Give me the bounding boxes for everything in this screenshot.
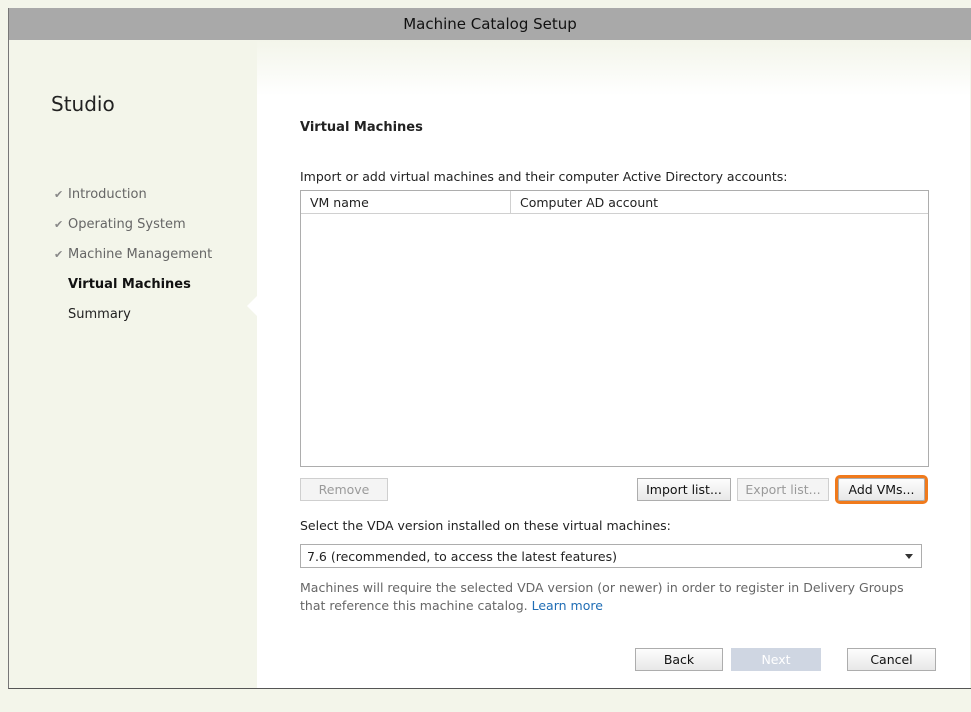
wizard-steps: ✔ Introduction ✔ Operating System ✔ Mach… (54, 179, 212, 329)
step-summary: Summary (54, 299, 212, 329)
check-icon: ✔ (54, 247, 64, 261)
current-step-pointer-icon (247, 296, 257, 316)
step-label: Virtual Machines (68, 276, 191, 292)
remove-button[interactable]: Remove (300, 478, 388, 501)
vda-version-selected: 7.6 (recommended, to access the latest f… (307, 548, 618, 564)
vda-version-label: Select the VDA version installed on thes… (300, 518, 671, 533)
vda-version-select[interactable]: 7.6 (recommended, to access the latest f… (300, 544, 922, 568)
check-icon: ✔ (54, 217, 64, 231)
step-label: Operating System (68, 216, 186, 232)
add-vms-button[interactable]: Add VMs... (835, 475, 928, 504)
export-list-button[interactable]: Export list... (737, 478, 829, 501)
vm-table[interactable]: VM name Computer AD account (300, 190, 929, 467)
step-machine-management[interactable]: ✔ Machine Management (54, 239, 212, 269)
content-header-fade (257, 40, 970, 96)
chevron-down-icon (905, 554, 913, 559)
vda-info-text: Machines will require the selected VDA v… (300, 579, 930, 615)
step-label: Machine Management (68, 246, 213, 262)
step-virtual-machines: Virtual Machines (54, 269, 212, 299)
main-content: Virtual Machines Import or add virtual m… (247, 96, 970, 688)
step-label: Summary (68, 306, 131, 322)
section-title: Virtual Machines (300, 120, 423, 135)
machine-catalog-setup-window: Machine Catalog Setup Studio ✔ Introduct… (8, 8, 971, 689)
cancel-button[interactable]: Cancel (847, 648, 936, 671)
step-label: Introduction (68, 186, 147, 202)
table-header: VM name Computer AD account (301, 191, 928, 214)
column-header-computer-ad-account[interactable]: Computer AD account (511, 191, 658, 213)
sidebar (9, 40, 257, 688)
check-icon: ✔ (54, 187, 64, 201)
next-button[interactable]: Next (731, 648, 821, 671)
instructions-text: Import or add virtual machines and their… (300, 169, 788, 184)
window-title: Machine Catalog Setup (9, 8, 971, 40)
column-header-vm-name[interactable]: VM name (301, 191, 511, 213)
step-introduction[interactable]: ✔ Introduction (54, 179, 212, 209)
step-operating-system[interactable]: ✔ Operating System (54, 209, 212, 239)
back-button[interactable]: Back (635, 648, 723, 671)
import-list-button[interactable]: Import list... (637, 478, 731, 501)
learn-more-link[interactable]: Learn more (532, 598, 603, 613)
sidebar-title: Studio (51, 92, 115, 116)
